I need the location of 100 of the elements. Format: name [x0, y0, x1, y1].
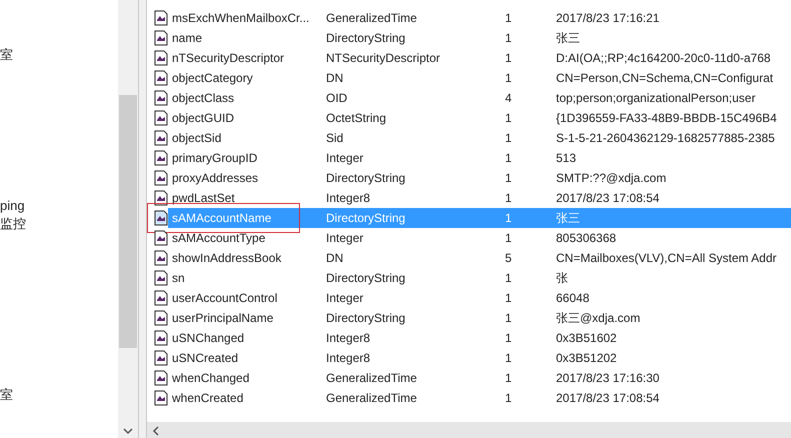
document-icon — [154, 190, 168, 206]
attribute-value: top;person;organizationalPerson;user — [556, 90, 756, 107]
document-icon — [154, 10, 168, 26]
attribute-type: NTSecurityDescriptor — [326, 50, 442, 67]
chevron-down-icon[interactable] — [123, 428, 133, 435]
document-icon — [154, 350, 168, 366]
attribute-name: objectCategory — [171, 70, 254, 87]
vertical-scrollbar[interactable] — [118, 0, 138, 438]
value-count: 1 — [505, 370, 513, 387]
attribute-value: 2017/8/23 17:16:30 — [556, 370, 660, 387]
attribute-value: {1D396559-FA33-48B9-BBDB-15C496B4 — [556, 110, 777, 127]
attribute-name: name — [171, 30, 204, 47]
document-icon — [154, 310, 168, 326]
value-count: 1 — [505, 290, 513, 307]
attribute-type: OID — [326, 90, 348, 107]
document-icon — [154, 270, 168, 286]
attribute-row[interactable]: whenChanged GeneralizedTime 1 2017/8/23 17:16:30 — [147, 368, 791, 388]
attribute-type: Integer8 — [326, 330, 372, 347]
attribute-type: DN — [326, 70, 344, 87]
attribute-value: S-1-5-21-2604362129-1682577885-2385 — [556, 130, 775, 147]
attribute-row[interactable]: name DirectoryString 1 张三 — [147, 28, 791, 48]
value-count: 1 — [505, 270, 513, 287]
attribute-row[interactable]: objectCategory DN 1 CN=Person,CN=Schema,CN=Configurat — [147, 68, 791, 88]
attribute-row[interactable]: userPrincipalName DirectoryString 1 张三@xdja.com — [147, 308, 791, 328]
document-icon — [154, 130, 168, 146]
attribute-value: 0x3B51602 — [556, 330, 617, 347]
attribute-row[interactable]: userAccountControl Integer 1 66048 — [147, 288, 791, 308]
value-count: 1 — [505, 230, 513, 247]
attribute-value: 2017/8/23 17:08:54 — [556, 190, 660, 207]
attribute-row[interactable]: objectSid Sid 1 S-1-5-21-2604362129-1682577885-2385 — [147, 128, 791, 148]
attribute-name: nTSecurityDescriptor — [171, 50, 286, 67]
attribute-name: whenChanged — [171, 370, 250, 387]
attribute-row[interactable]: pwdLastSet Integer8 1 2017/8/23 17:08:54 — [147, 188, 791, 208]
attribute-row[interactable]: proxyAddresses DirectoryString 1 SMTP:??@xdja.com — [147, 168, 791, 188]
value-count: 1 — [505, 150, 513, 167]
value-count: 1 — [505, 50, 513, 67]
value-count: 1 — [505, 350, 513, 367]
attribute-name: proxyAddresses — [171, 170, 260, 187]
tree-item[interactable]: ping — [0, 196, 25, 216]
tree-item[interactable]: 监控 — [0, 214, 26, 234]
attribute-type: GeneralizedTime — [326, 390, 418, 407]
attribute-row[interactable]: msExchWhenMailboxCr... GeneralizedTime 1 2017/8/23 17:16:21 — [147, 8, 791, 28]
attribute-row[interactable]: objectClass OID 4 top;person;organizationalPerson;user — [147, 88, 791, 108]
attribute-type: Integer — [326, 290, 364, 307]
attribute-row[interactable]: sAMAccountType Integer 1 805306368 — [147, 228, 791, 248]
horizontal-scrollbar[interactable] — [147, 422, 791, 438]
value-count: 1 — [505, 130, 513, 147]
document-icon — [154, 170, 168, 186]
document-icon — [154, 330, 168, 346]
attribute-name: showInAddressBook — [171, 250, 282, 267]
document-icon — [154, 90, 168, 106]
value-count: 1 — [505, 190, 513, 207]
document-icon — [154, 50, 168, 66]
attribute-type: DirectoryString — [326, 30, 406, 47]
attribute-type: DirectoryString — [326, 310, 406, 327]
value-count: 1 — [505, 390, 513, 407]
attribute-type: Sid — [326, 130, 344, 147]
attribute-value: CN=Mailboxes(VLV),CN=All System Addr — [556, 250, 777, 267]
attribute-type: DirectoryString — [326, 210, 406, 227]
document-icon — [154, 30, 168, 46]
document-icon — [154, 370, 168, 386]
value-count: 1 — [505, 210, 513, 227]
attribute-name: sAMAccountName — [171, 210, 272, 227]
attribute-row[interactable]: showInAddressBook DN 5 CN=Mailboxes(VLV),CN=All System Addr — [147, 248, 791, 268]
document-icon — [154, 250, 168, 266]
value-count: 1 — [505, 170, 513, 187]
document-icon — [154, 110, 168, 126]
attribute-name: objectClass — [171, 90, 236, 107]
scrollbar-thumb[interactable] — [119, 95, 137, 348]
attribute-name: uSNChanged — [171, 330, 246, 347]
value-count: 4 — [505, 90, 513, 107]
attribute-value: 张三 — [556, 210, 580, 227]
attribute-value: 2017/8/23 17:08:54 — [556, 390, 660, 407]
value-count: 1 — [505, 110, 513, 127]
chevron-left-icon[interactable] — [152, 426, 159, 436]
attribute-value: D:AI(OA;;RP;4c164200-20c0-11d0-a768 — [556, 50, 771, 67]
attribute-value: 0x3B51202 — [556, 350, 617, 367]
value-count: 1 — [505, 330, 513, 347]
attribute-row[interactable]: sn DirectoryString 1 张 — [147, 268, 791, 288]
attribute-row[interactable]: uSNCreated Integer8 1 0x3B51202 — [147, 348, 791, 368]
pane-splitter[interactable] — [138, 0, 147, 438]
attribute-row[interactable]: uSNChanged Integer8 1 0x3B51602 — [147, 328, 791, 348]
tree-item[interactable]: 室 — [0, 45, 13, 64]
attribute-type: Integer — [326, 230, 364, 247]
attribute-type: GeneralizedTime — [326, 10, 418, 27]
attribute-type: DN — [326, 250, 344, 267]
attribute-row[interactable]: whenCreated GeneralizedTime 1 2017/8/23 17:08:54 — [147, 388, 791, 408]
attribute-value: 张三@xdja.com — [556, 310, 640, 327]
attribute-row[interactable]: objectGUID OctetString 1 {1D396559-FA33-48B9-BBDB-15C496B4 — [147, 108, 791, 128]
document-icon — [154, 150, 168, 166]
document-icon — [154, 390, 168, 406]
document-icon — [154, 210, 168, 226]
attribute-row[interactable]: nTSecurityDescriptor NTSecurityDescriptor 1 D:AI(OA;;RP;4c164200-20c0-11d0-a768 — [147, 48, 791, 68]
attribute-value: SMTP:??@xdja.com — [556, 170, 666, 187]
document-icon — [154, 290, 168, 306]
attribute-type: Integer8 — [326, 350, 372, 367]
attribute-row[interactable]: primaryGroupID Integer 1 513 — [147, 148, 791, 168]
value-count: 1 — [505, 30, 513, 47]
attribute-name: pwdLastSet — [171, 190, 236, 207]
tree-item[interactable]: 室 — [0, 385, 13, 404]
